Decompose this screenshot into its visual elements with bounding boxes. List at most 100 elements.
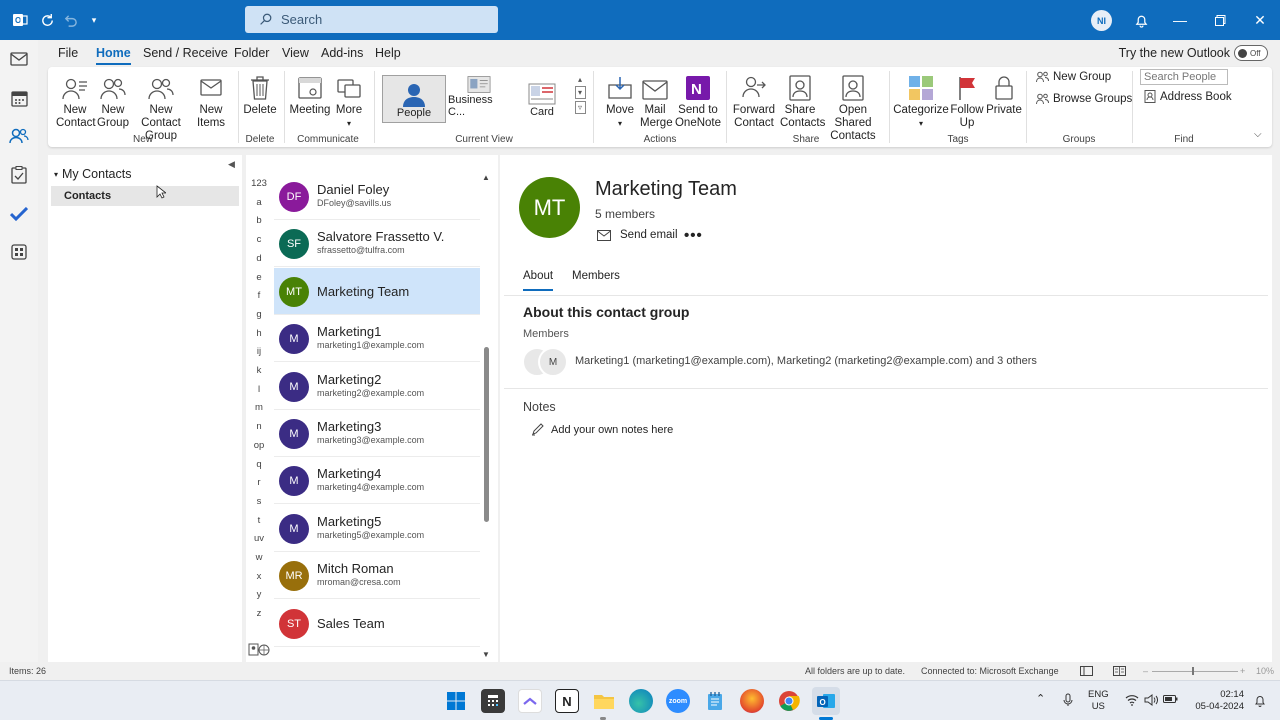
gallery-up-icon[interactable]: ▴ [578,75,582,84]
alphabet-letter[interactable]: x [248,571,270,582]
chrome-icon[interactable] [777,689,801,713]
new-contact-button[interactable]: New Contact [56,71,96,130]
private-button[interactable]: Private [986,71,1022,117]
categorize-button[interactable]: Categorize ▾ [893,71,949,130]
clickup-icon[interactable] [518,689,542,713]
notepad-icon[interactable] [703,689,727,713]
view-card-button[interactable]: Card [514,75,570,121]
mail-icon[interactable] [8,48,30,70]
notification-bell-icon[interactable] [1254,694,1266,707]
members-summary[interactable]: Marketing1 (marketing1@example.com), Mar… [575,355,1037,367]
tab-file[interactable]: File [58,46,78,60]
alphabet-letter[interactable]: w [248,552,270,563]
alphabet-letter[interactable]: f [248,290,270,301]
new-contact-group-button[interactable]: New Contact Group [132,71,190,143]
alphabet-letter[interactable]: q [248,459,270,470]
gallery-down-icon[interactable]: ▾ [574,86,586,99]
alphabet-letter[interactable]: k [248,365,270,376]
zoom-slider[interactable] [1152,671,1238,672]
minimize-button[interactable]: — [1168,8,1192,32]
delete-button[interactable]: Delete [242,71,278,117]
tab-add-ins[interactable]: Add-ins [321,46,363,60]
new-outlook-toggle[interactable]: Off [1234,45,1268,61]
search-people-input[interactable]: Search People [1140,69,1228,85]
add-notes-button[interactable]: Add your own notes here [531,423,673,436]
alphabet-letter[interactable]: r [248,477,270,488]
scroll-down-icon[interactable]: ▼ [482,650,490,659]
language-indicator[interactable]: ENG US [1088,689,1109,713]
clock[interactable]: 02:14 05-04-2024 [1190,689,1244,713]
move-button[interactable]: Move ▾ [604,71,636,130]
zoom-icon[interactable]: zoom [666,689,690,713]
undo-icon[interactable] [60,10,80,30]
alphabet-letter[interactable]: 123 [248,178,270,189]
alphabet-letter[interactable]: y [248,589,270,600]
contact-row[interactable]: M Marketing2 marketing2@example.com [274,363,480,410]
sync-icon[interactable] [37,10,57,30]
view-business-card-button[interactable]: Business C... [448,75,510,121]
alphabet-letter[interactable]: z [248,608,270,619]
contact-view-switch-icon[interactable] [248,643,270,657]
contacts-folder[interactable]: Contacts [51,186,239,206]
customize-toolbar-icon[interactable]: ▾ [84,10,104,30]
contact-row[interactable]: M Marketing1 marketing1@example.com [274,315,480,363]
windows-start-icon[interactable] [444,689,468,713]
contact-row[interactable]: M Marketing3 marketing3@example.com [274,410,480,457]
edge-icon[interactable] [629,689,653,713]
todo-icon[interactable] [8,203,30,225]
collapse-pane-icon[interactable]: ◀ [228,159,235,170]
zoom-in-icon[interactable]: + [1240,666,1245,676]
alphabet-letter[interactable]: op [248,440,270,451]
user-avatar[interactable]: NI [1091,10,1112,31]
scroll-up-icon[interactable]: ▲ [482,173,490,182]
maximize-button[interactable] [1208,8,1232,32]
alphabet-letter[interactable]: b [248,215,270,226]
apps-icon[interactable] [8,241,30,263]
normal-view-icon[interactable] [1080,666,1093,676]
tab-send-receive[interactable]: Send / Receive [143,46,228,60]
more-button[interactable]: More ▾ [332,71,366,130]
outlook-taskbar-icon[interactable]: O [812,687,840,715]
alphabet-letter[interactable]: c [248,234,270,245]
tasks-icon[interactable] [8,164,30,186]
new-items-button[interactable]: New Items [192,71,230,130]
calculator-icon[interactable] [481,689,505,713]
alphabet-letter[interactable]: n [248,421,270,432]
tab-folder[interactable]: Folder [234,46,269,60]
bell-icon[interactable] [1131,10,1151,30]
mail-merge-button[interactable]: Mail Merge [638,71,673,130]
alphabet-letter[interactable]: h [248,328,270,339]
scroll-thumb[interactable] [484,347,489,522]
alphabet-letter[interactable]: g [248,309,270,320]
volume-icon[interactable] [1144,694,1158,706]
view-people-button[interactable]: People [382,75,446,123]
tab-help[interactable]: Help [375,46,401,60]
alphabet-letter[interactable]: d [248,253,270,264]
ribbon-collapse-icon[interactable]: ⌵ [1254,129,1262,140]
browse-groups-button[interactable]: Browse Groups [1036,93,1132,105]
zoom-out-icon[interactable]: – [1143,666,1148,676]
address-book-button[interactable]: Address Book [1144,90,1232,103]
list-scrollbar[interactable]: ▲ ▼ [482,173,490,659]
alphabet-letter[interactable]: ij [248,346,270,357]
battery-icon[interactable] [1163,693,1179,705]
follow-up-button[interactable]: Follow Up [948,71,986,130]
contact-row[interactable]: MT Marketing Team [274,267,480,315]
tab-about[interactable]: About [523,270,554,291]
alphabet-letter[interactable]: a [248,197,270,208]
view-gallery-scroller[interactable]: ▴ ▾ ▿ [574,75,586,121]
my-contacts-header[interactable]: ▾ My Contacts [54,167,131,181]
file-explorer-icon[interactable] [592,689,616,713]
wifi-icon[interactable] [1125,694,1139,706]
contact-row[interactable]: DF Daniel Foley DFoley@savills.us [274,173,480,220]
contact-row[interactable]: ST Sales Team [274,600,480,647]
show-hidden-icons[interactable]: ⌃ [1036,693,1045,705]
notion-icon[interactable]: N [555,689,579,713]
alphabet-letter[interactable]: s [248,496,270,507]
close-button[interactable]: ✕ [1248,8,1272,32]
gallery-expand-icon[interactable]: ▿ [574,101,586,114]
alphabet-letter[interactable]: m [248,402,270,413]
reading-view-icon[interactable] [1113,666,1126,676]
open-shared-contacts-button[interactable]: Open Shared Contacts [822,71,884,143]
alphabet-letter[interactable]: uv [248,533,270,544]
